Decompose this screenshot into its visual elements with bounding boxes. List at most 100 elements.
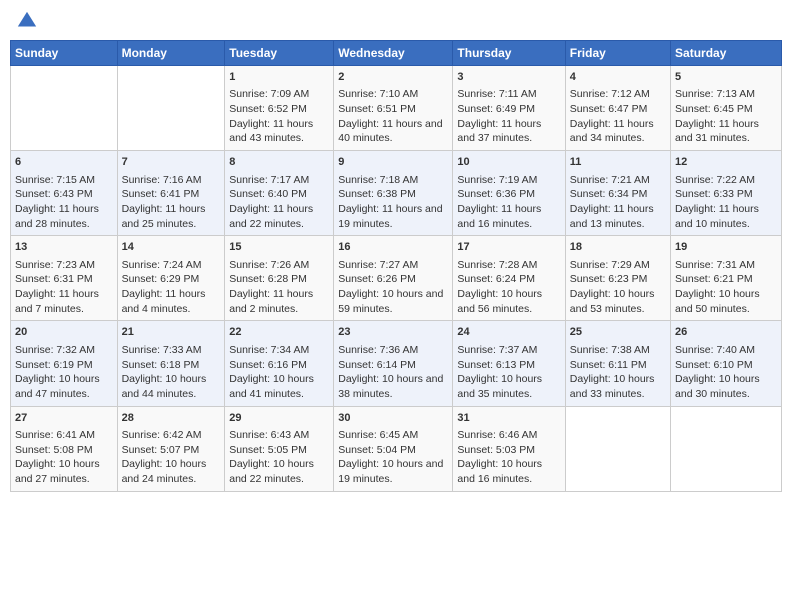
day-info: Daylight: 10 hours and 41 minutes. [229, 372, 329, 401]
day-info: Sunset: 6:29 PM [122, 272, 221, 287]
calendar-cell [117, 66, 225, 151]
day-number: 15 [229, 240, 329, 255]
logo-icon [16, 10, 38, 32]
day-info: Daylight: 10 hours and 38 minutes. [338, 372, 448, 401]
day-info: Sunrise: 7:33 AM [122, 343, 221, 358]
day-info: Daylight: 11 hours and 22 minutes. [229, 202, 329, 231]
day-number: 14 [122, 240, 221, 255]
page-header [10, 10, 782, 32]
calendar-cell: 12Sunrise: 7:22 AMSunset: 6:33 PMDayligh… [671, 151, 782, 236]
day-info: Sunrise: 7:27 AM [338, 258, 448, 273]
day-info: Sunrise: 7:29 AM [570, 258, 666, 273]
day-info: Sunset: 6:21 PM [675, 272, 777, 287]
day-info: Sunset: 6:24 PM [457, 272, 560, 287]
day-info: Sunset: 6:52 PM [229, 102, 329, 117]
day-number: 21 [122, 325, 221, 340]
calendar-cell: 2Sunrise: 7:10 AMSunset: 6:51 PMDaylight… [334, 66, 453, 151]
calendar-cell: 5Sunrise: 7:13 AMSunset: 6:45 PMDaylight… [671, 66, 782, 151]
day-number: 11 [570, 155, 666, 170]
day-info: Sunrise: 7:38 AM [570, 343, 666, 358]
day-number: 22 [229, 325, 329, 340]
day-number: 28 [122, 411, 221, 426]
calendar-cell: 21Sunrise: 7:33 AMSunset: 6:18 PMDayligh… [117, 321, 225, 406]
calendar-cell: 9Sunrise: 7:18 AMSunset: 6:38 PMDaylight… [334, 151, 453, 236]
weekday-header: Saturday [671, 41, 782, 66]
day-number: 27 [15, 411, 113, 426]
calendar-cell: 8Sunrise: 7:17 AMSunset: 6:40 PMDaylight… [225, 151, 334, 236]
calendar-cell: 7Sunrise: 7:16 AMSunset: 6:41 PMDaylight… [117, 151, 225, 236]
day-info: Sunrise: 6:41 AM [15, 428, 113, 443]
day-info: Sunset: 6:11 PM [570, 358, 666, 373]
day-info: Sunset: 6:26 PM [338, 272, 448, 287]
day-info: Daylight: 10 hours and 24 minutes. [122, 457, 221, 486]
day-info: Sunset: 6:36 PM [457, 187, 560, 202]
day-info: Daylight: 10 hours and 56 minutes. [457, 287, 560, 316]
day-info: Sunset: 6:14 PM [338, 358, 448, 373]
calendar-cell: 1Sunrise: 7:09 AMSunset: 6:52 PMDaylight… [225, 66, 334, 151]
calendar-cell [671, 406, 782, 491]
day-number: 31 [457, 411, 560, 426]
day-info: Daylight: 10 hours and 33 minutes. [570, 372, 666, 401]
day-info: Sunset: 6:34 PM [570, 187, 666, 202]
day-info: Sunset: 5:03 PM [457, 443, 560, 458]
day-info: Sunset: 5:05 PM [229, 443, 329, 458]
day-info: Sunset: 6:41 PM [122, 187, 221, 202]
day-info: Daylight: 11 hours and 43 minutes. [229, 117, 329, 146]
day-info: Sunrise: 6:42 AM [122, 428, 221, 443]
day-info: Daylight: 11 hours and 13 minutes. [570, 202, 666, 231]
day-info: Sunrise: 7:21 AM [570, 173, 666, 188]
day-info: Daylight: 11 hours and 25 minutes. [122, 202, 221, 231]
calendar-cell: 30Sunrise: 6:45 AMSunset: 5:04 PMDayligh… [334, 406, 453, 491]
day-info: Daylight: 11 hours and 28 minutes. [15, 202, 113, 231]
day-info: Sunrise: 7:12 AM [570, 87, 666, 102]
calendar-cell: 29Sunrise: 6:43 AMSunset: 5:05 PMDayligh… [225, 406, 334, 491]
day-info: Sunrise: 7:36 AM [338, 343, 448, 358]
calendar-week-row: 27Sunrise: 6:41 AMSunset: 5:08 PMDayligh… [11, 406, 782, 491]
calendar-cell: 20Sunrise: 7:32 AMSunset: 6:19 PMDayligh… [11, 321, 118, 406]
day-info: Sunrise: 7:31 AM [675, 258, 777, 273]
calendar-cell: 14Sunrise: 7:24 AMSunset: 6:29 PMDayligh… [117, 236, 225, 321]
calendar-cell: 25Sunrise: 7:38 AMSunset: 6:11 PMDayligh… [565, 321, 670, 406]
day-info: Sunrise: 7:17 AM [229, 173, 329, 188]
day-info: Sunset: 5:04 PM [338, 443, 448, 458]
day-info: Daylight: 11 hours and 10 minutes. [675, 202, 777, 231]
day-number: 29 [229, 411, 329, 426]
day-number: 9 [338, 155, 448, 170]
weekday-header: Thursday [453, 41, 565, 66]
day-number: 2 [338, 70, 448, 85]
day-info: Daylight: 10 hours and 27 minutes. [15, 457, 113, 486]
calendar-cell: 22Sunrise: 7:34 AMSunset: 6:16 PMDayligh… [225, 321, 334, 406]
day-info: Sunset: 6:45 PM [675, 102, 777, 117]
calendar-cell: 28Sunrise: 6:42 AMSunset: 5:07 PMDayligh… [117, 406, 225, 491]
day-info: Sunrise: 7:10 AM [338, 87, 448, 102]
day-info: Daylight: 10 hours and 35 minutes. [457, 372, 560, 401]
day-info: Sunrise: 7:23 AM [15, 258, 113, 273]
calendar-cell: 24Sunrise: 7:37 AMSunset: 6:13 PMDayligh… [453, 321, 565, 406]
day-info: Sunrise: 7:15 AM [15, 173, 113, 188]
calendar-week-row: 6Sunrise: 7:15 AMSunset: 6:43 PMDaylight… [11, 151, 782, 236]
weekday-header: Wednesday [334, 41, 453, 66]
day-number: 30 [338, 411, 448, 426]
logo [14, 10, 40, 32]
day-info: Sunset: 6:13 PM [457, 358, 560, 373]
day-number: 26 [675, 325, 777, 340]
day-info: Sunset: 6:10 PM [675, 358, 777, 373]
day-info: Daylight: 10 hours and 30 minutes. [675, 372, 777, 401]
day-info: Sunrise: 7:26 AM [229, 258, 329, 273]
day-info: Sunrise: 7:19 AM [457, 173, 560, 188]
day-number: 6 [15, 155, 113, 170]
day-number: 4 [570, 70, 666, 85]
day-info: Sunset: 6:18 PM [122, 358, 221, 373]
day-info: Sunset: 6:23 PM [570, 272, 666, 287]
day-info: Daylight: 11 hours and 19 minutes. [338, 202, 448, 231]
calendar-cell: 6Sunrise: 7:15 AMSunset: 6:43 PMDaylight… [11, 151, 118, 236]
calendar-cell: 3Sunrise: 7:11 AMSunset: 6:49 PMDaylight… [453, 66, 565, 151]
calendar-table: SundayMondayTuesdayWednesdayThursdayFrid… [10, 40, 782, 492]
day-info: Sunrise: 7:22 AM [675, 173, 777, 188]
day-info: Sunset: 5:08 PM [15, 443, 113, 458]
day-info: Daylight: 11 hours and 37 minutes. [457, 117, 560, 146]
day-number: 20 [15, 325, 113, 340]
day-info: Sunset: 6:38 PM [338, 187, 448, 202]
day-number: 12 [675, 155, 777, 170]
weekday-header: Sunday [11, 41, 118, 66]
